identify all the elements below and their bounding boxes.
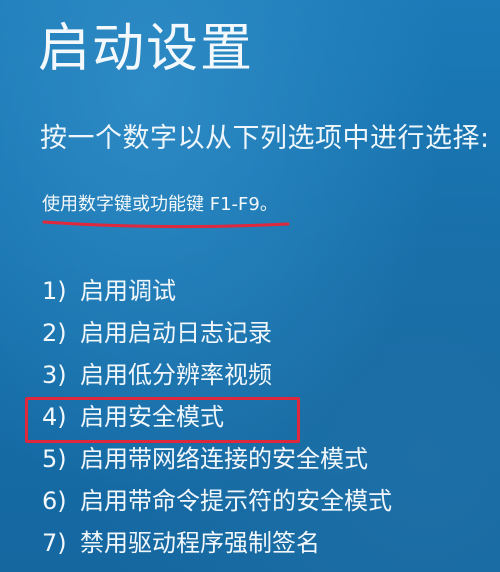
- instruction-text: 按一个数字以从下列选项中进行选择:: [40, 123, 490, 154]
- startup-settings-screen: 启动设置 按一个数字以从下列选项中进行选择: 使用数字键或功能键 F1-F9。 …: [0, 0, 500, 572]
- option-number: 7): [42, 529, 67, 557]
- option-label: 禁用驱动程序强制签名: [80, 529, 320, 557]
- key-hint-text: 使用数字键或功能键 F1-F9。: [42, 194, 278, 215]
- option-enable-debugging[interactable]: 1) 启用调试: [42, 270, 392, 312]
- option-number: 3): [42, 361, 67, 389]
- option-label: 启用调试: [80, 277, 176, 305]
- option-number: 6): [42, 487, 67, 515]
- option-number: 1): [42, 277, 67, 305]
- option-label: 启用带网络连接的安全模式: [80, 445, 368, 473]
- red-highlight-box-annotation: [25, 397, 300, 443]
- option-enable-boot-logging[interactable]: 2) 启用启动日志记录: [42, 312, 392, 354]
- page-title: 启动设置: [38, 19, 255, 79]
- option-number: 2): [42, 319, 67, 347]
- option-label: 启用启动日志记录: [80, 319, 272, 347]
- red-underline-annotation: [42, 220, 290, 229]
- option-number: 5): [42, 445, 67, 473]
- option-enable-safe-mode-with-networking[interactable]: 5) 启用带网络连接的安全模式: [42, 438, 392, 480]
- option-enable-low-resolution-video[interactable]: 3) 启用低分辨率视频: [42, 354, 392, 396]
- option-enable-safe-mode-with-command-prompt[interactable]: 6) 启用带命令提示符的安全模式: [42, 480, 392, 522]
- option-label: 启用带命令提示符的安全模式: [80, 487, 392, 515]
- option-label: 启用低分辨率视频: [80, 361, 272, 389]
- option-disable-driver-signature-enforcement[interactable]: 7) 禁用驱动程序强制签名: [42, 522, 392, 564]
